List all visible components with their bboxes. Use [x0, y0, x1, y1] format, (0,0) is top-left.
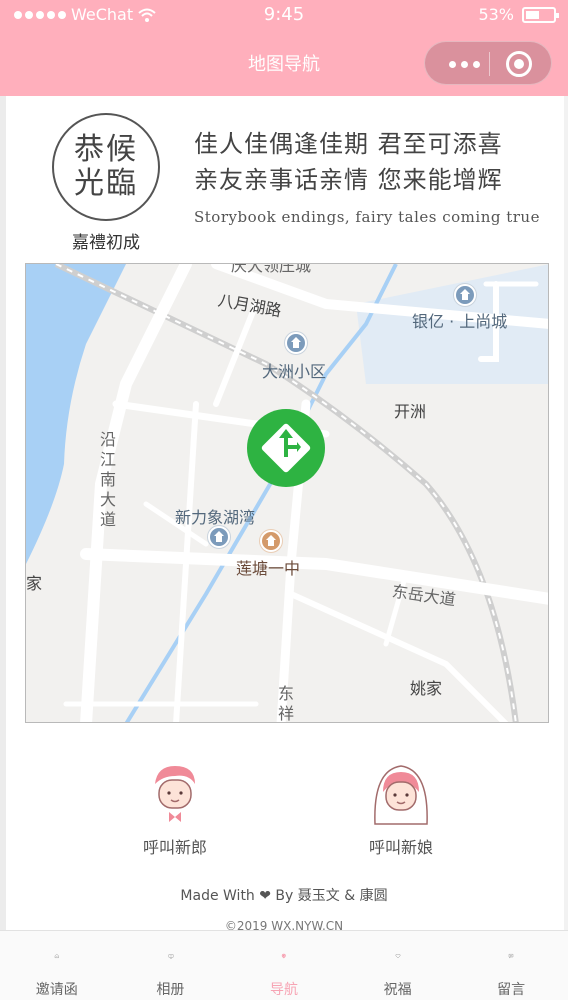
couplet-poem: 佳人佳偶逢佳期 君至可添喜 亲友亲事话亲情 您来能增辉 — [194, 126, 554, 198]
miniprogram-capsule — [424, 41, 552, 85]
right-gutter — [564, 96, 568, 930]
tagline: Storybook endings, fairy tales coming tr… — [194, 208, 540, 226]
location-pin-icon — [281, 953, 286, 959]
map-label-district1: 大洲小区 — [262, 362, 327, 381]
navigation-marker[interactable] — [247, 409, 325, 487]
battery-icon — [522, 6, 559, 23]
copyright: ©2019 WX.NYW.CN — [224, 919, 344, 930]
tab-bar: 邀请函 相册 导航 祝福 留言 — [0, 930, 568, 1000]
call-bride-label: 呼叫新娘 — [368, 838, 433, 857]
navigation-arrow-icon — [261, 423, 311, 473]
poem-line-2: 亲友亲事话亲情 您来能增辉 — [194, 166, 503, 194]
map-view[interactable]: 庆大领庄城 八月湖路 银亿 · 上尚城 大洲小区 开洲 沿江南大道 新力象湖湾 … — [25, 263, 549, 723]
poem-line-1: 佳人佳偶逢佳期 君至可添喜 — [194, 130, 503, 158]
map-label-road-left: 沿江南大道 — [99, 430, 116, 529]
tab-album[interactable]: 相册 — [114, 931, 228, 1000]
left-gutter — [0, 96, 6, 930]
map-label-community: 新力象湖湾 — [175, 508, 256, 527]
heart-icon — [395, 954, 401, 959]
battery-status: 53% — [478, 5, 559, 24]
call-bride-button[interactable]: 呼叫新娘 — [336, 762, 466, 862]
navigation-bar: 地图导航 — [0, 32, 568, 96]
seal-caption: 嘉禮初成 — [72, 233, 140, 253]
district-poi-icon[interactable] — [285, 332, 307, 354]
more-options-icon[interactable] — [439, 42, 489, 86]
map-label-top-cut: 庆大领庄城 — [231, 263, 312, 275]
welcome-seal: 恭候 光臨 — [52, 113, 160, 221]
status-bar: WeChat 9:45 53% — [0, 0, 568, 32]
tab-navigation[interactable]: 导航 — [227, 931, 341, 1000]
tab-navigation-label: 导航 — [269, 982, 298, 998]
community-poi-icon[interactable] — [208, 526, 230, 548]
mall-poi-icon[interactable] — [454, 284, 476, 306]
page: { "status_bar": { "carrier": "WeChat", "… — [0, 0, 568, 1000]
groom-avatar-icon — [155, 766, 195, 822]
map-label-edge-left: 家 — [26, 574, 43, 593]
capsule-divider — [489, 52, 490, 76]
tab-messages-label: 留言 — [497, 982, 526, 998]
message-icon — [509, 954, 514, 959]
credits: Made With ❤ By 聂玉文 & 康圆 — [180, 888, 388, 904]
home-icon — [54, 954, 59, 958]
map-label-road-bottom: 东祥 — [277, 684, 294, 723]
tab-blessings[interactable]: 祝福 — [341, 931, 455, 1000]
seal-text: 恭候 光臨 — [54, 133, 158, 201]
map-label-village: 姚家 — [410, 679, 443, 698]
map-label-mall: 银亿 · 上尚城 — [412, 312, 508, 331]
tab-messages[interactable]: 留言 — [454, 931, 568, 1000]
seal-line-1: 恭候 — [74, 132, 138, 167]
map-label-school: 莲塘一中 — [236, 559, 301, 578]
map-label-district2: 开洲 — [394, 402, 427, 421]
call-groom-button[interactable]: 呼叫新郎 — [110, 762, 240, 862]
battery-percent: 53% — [478, 5, 514, 24]
call-groom-label: 呼叫新郎 — [142, 838, 207, 857]
tab-invitation[interactable]: 邀请函 — [0, 931, 114, 1000]
tab-album-label: 相册 — [156, 982, 185, 998]
tab-invitation-label: 邀请函 — [35, 982, 78, 998]
bride-avatar-icon — [374, 765, 428, 825]
album-icon — [168, 954, 173, 959]
school-poi-icon[interactable] — [260, 530, 282, 552]
seal-line-2: 光臨 — [74, 166, 138, 201]
close-miniprogram-icon[interactable] — [506, 51, 532, 77]
tab-blessings-label: 祝福 — [383, 982, 412, 998]
